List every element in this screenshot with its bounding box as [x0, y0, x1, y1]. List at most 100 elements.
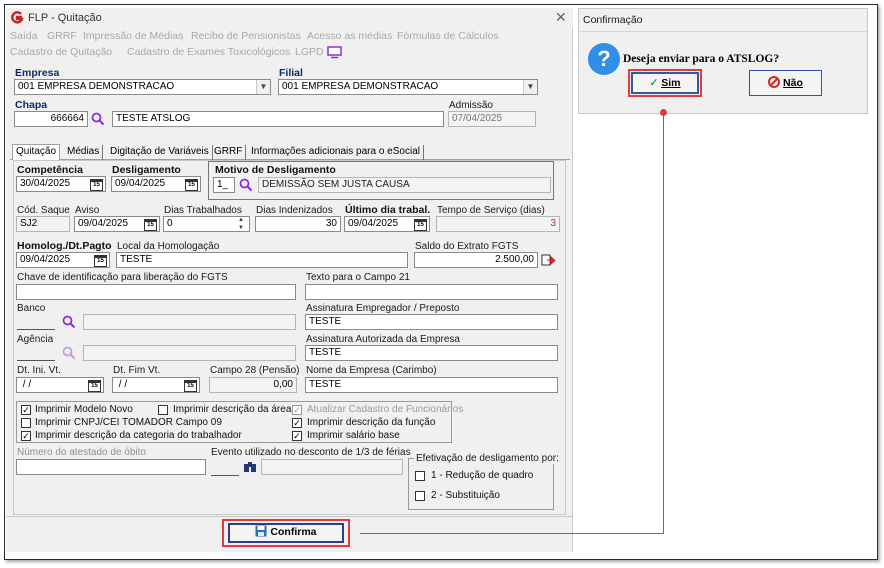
app-logo-icon — [11, 11, 24, 24]
menu-impressao-medias[interactable]: Impressão de Médias — [83, 30, 183, 42]
chk-label: Imprimir Modelo Novo — [35, 404, 133, 415]
search-icon[interactable] — [62, 315, 76, 329]
chapa-input[interactable]: 666664 — [14, 111, 88, 127]
tab-digitacao-variaveis[interactable]: Digitação de Variáveis — [107, 145, 213, 160]
calendar-icon[interactable]: 15 — [414, 219, 427, 231]
menu-cadastro-exames[interactable]: Cadastro de Exames Toxicológicos — [127, 46, 290, 58]
calendar-icon[interactable]: 15 — [94, 255, 107, 267]
connector-line-horizontal — [360, 533, 664, 534]
evento-ferias-input[interactable] — [211, 460, 239, 476]
nome-empresa-carimbo-input[interactable]: TESTE — [305, 377, 558, 393]
close-icon[interactable]: ✕ — [555, 9, 567, 26]
menu-acesso-medias[interactable]: Acesso as médias — [307, 30, 392, 42]
cod-saque-field: SJ2 — [16, 216, 70, 232]
menu-grrf[interactable]: GRRF — [47, 30, 77, 42]
calendar-icon[interactable]: 15 — [144, 219, 157, 231]
chave-fgts-input[interactable] — [16, 284, 296, 300]
menu-saida[interactable]: Saída — [10, 30, 37, 42]
chk-imprimir-modelo-novo[interactable]: ✓ — [21, 405, 31, 415]
saldo-fgts-input[interactable]: 2.500,00 — [414, 252, 538, 268]
local-homolog-input[interactable]: TESTE — [116, 252, 408, 268]
dialog-title-divider — [579, 31, 867, 32]
chk-imprimir-descricao-funcao[interactable]: ✓ — [292, 418, 302, 428]
check-icon: ✓ — [649, 77, 659, 89]
empresa-select[interactable]: 001 EMPRESA DEMONSTRACAO ▼ — [14, 79, 271, 95]
motivo-descricao-field: DEMISSÃO SEM JUSTA CAUSA — [258, 177, 551, 193]
chk-substituicao[interactable] — [415, 491, 425, 501]
search-icon[interactable] — [239, 178, 253, 192]
calendar-icon[interactable]: 15 — [90, 179, 103, 191]
confirma-button[interactable]: Confirma — [228, 523, 344, 543]
tab-medias[interactable]: Médias — [64, 145, 104, 160]
local-homolog-label: Local da Homologação — [117, 241, 220, 252]
dias-trabalhados-label: Dias Trabalhados — [164, 205, 242, 216]
banco-label: Banco — [17, 303, 46, 314]
nao-button[interactable]: Não — [749, 70, 822, 96]
motivo-code-input[interactable]: 1_ — [213, 177, 235, 193]
menu-formulas-calculos[interactable]: Fórmulas de Cálculos — [397, 30, 499, 42]
chk-reducao-quadro[interactable] — [415, 471, 425, 481]
calendar-icon[interactable]: 15 — [184, 380, 197, 392]
title-bar: FLP - Quitação ✕ — [6, 8, 573, 28]
admissao-field: 07/04/2025 — [448, 111, 536, 127]
tab-quitacao[interactable]: Quitação — [12, 144, 61, 160]
export-arrow-icon[interactable] — [541, 253, 556, 267]
nao-label: Não — [783, 77, 803, 89]
campo28-field: 0,00 — [209, 377, 297, 393]
footer-divider — [6, 516, 573, 517]
atestado-obito-input[interactable] — [16, 459, 206, 475]
menu-cadastro-quitacao[interactable]: Cadastro de Quitação — [10, 46, 112, 58]
dt-fim-vt-label: Dt. Fim Vt. — [113, 365, 161, 376]
chk-imprimir-descricao-area[interactable] — [158, 405, 168, 415]
sim-button[interactable]: ✓ Sim — [631, 72, 699, 94]
tempo-servico-label: Tempo de Serviço (dias) — [437, 205, 545, 216]
chevron-down-icon[interactable]: ▼ — [256, 80, 270, 94]
empresa-value: 001 EMPRESA DEMONSTRACAO — [18, 81, 175, 92]
search-icon[interactable] — [62, 346, 76, 360]
desligamento-label: Desligamento — [112, 164, 181, 176]
confirma-label: Confirma — [270, 526, 317, 538]
monitor-icon[interactable] — [327, 46, 342, 59]
tab-grrf[interactable]: GRRF — [211, 145, 247, 160]
tab-info-esocial[interactable]: Informações adicionais para o eSocial — [248, 145, 424, 160]
campo28-label: Campo 28 (Pensão) — [210, 365, 300, 376]
spin-arrows-icon[interactable]: ▲ ▼ — [238, 216, 244, 232]
calendar-icon[interactable]: 15 — [185, 179, 198, 191]
window-title: FLP - Quitação — [28, 12, 102, 24]
chk-imprimir-salario-base[interactable]: ✓ — [292, 431, 302, 441]
chevron-down-icon[interactable]: ▼ — [523, 80, 537, 94]
evento-ferias-label: Evento utilizado no desconto de 1/3 de f… — [211, 447, 411, 458]
agencia-input[interactable] — [17, 345, 55, 361]
tempo-servico-field: 3 — [436, 216, 560, 232]
banco-input[interactable] — [17, 314, 55, 330]
ultimo-dia-label: Último dia trabal. — [345, 204, 431, 216]
calendar-icon[interactable]: 15 — [88, 380, 101, 392]
filial-value: 001 EMPRESA DEMONSTRACAO — [282, 81, 439, 92]
connector-line-vertical — [663, 112, 664, 534]
filial-select[interactable]: 001 EMPRESA DEMONSTRACAO ▼ — [278, 79, 538, 95]
chk-label: Imprimir descrição da função — [307, 417, 436, 428]
chk-imprimir-cnpj-tomador[interactable] — [21, 418, 31, 428]
menu-recibo-pensionistas[interactable]: Recibo de Pensionistas — [191, 30, 301, 42]
assinatura-empregador-input[interactable]: TESTE — [305, 314, 558, 330]
confirmation-dialog: Confirmação ? Deseja enviar para o ATSLO… — [578, 8, 868, 114]
search-icon[interactable] — [91, 112, 105, 126]
chk-label: Imprimir CNPJ/CEI TOMADOR Campo 09 — [35, 417, 222, 428]
menu-lgpd[interactable]: LGPD — [295, 46, 324, 58]
assinatura-autorizada-input[interactable]: TESTE — [305, 345, 558, 361]
binoculars-icon[interactable] — [243, 460, 257, 473]
dias-trabalhados-input[interactable]: 0 — [163, 216, 250, 232]
agencia-descricao-field — [83, 345, 296, 361]
assinatura-autorizada-label: Assinatura Autorizada da Empresa — [306, 334, 460, 345]
question-icon: ? — [588, 43, 620, 75]
texto-campo21-input[interactable] — [305, 284, 558, 300]
chk-imprimir-categoria[interactable]: ✓ — [21, 431, 31, 441]
nome-empresa-carimbo-label: Nome da Empresa (Carimbo) — [306, 365, 437, 376]
no-entry-icon — [768, 76, 781, 88]
atestado-obito-label: Número do atestado de óbito — [17, 447, 146, 458]
save-icon — [255, 525, 267, 537]
dias-indenizados-input[interactable]: 30 — [255, 216, 341, 232]
efetivacao-group — [408, 458, 554, 510]
filial-label: Filial — [279, 67, 303, 79]
efetivacao-label: Efetivação de desligamento por: — [414, 453, 561, 464]
